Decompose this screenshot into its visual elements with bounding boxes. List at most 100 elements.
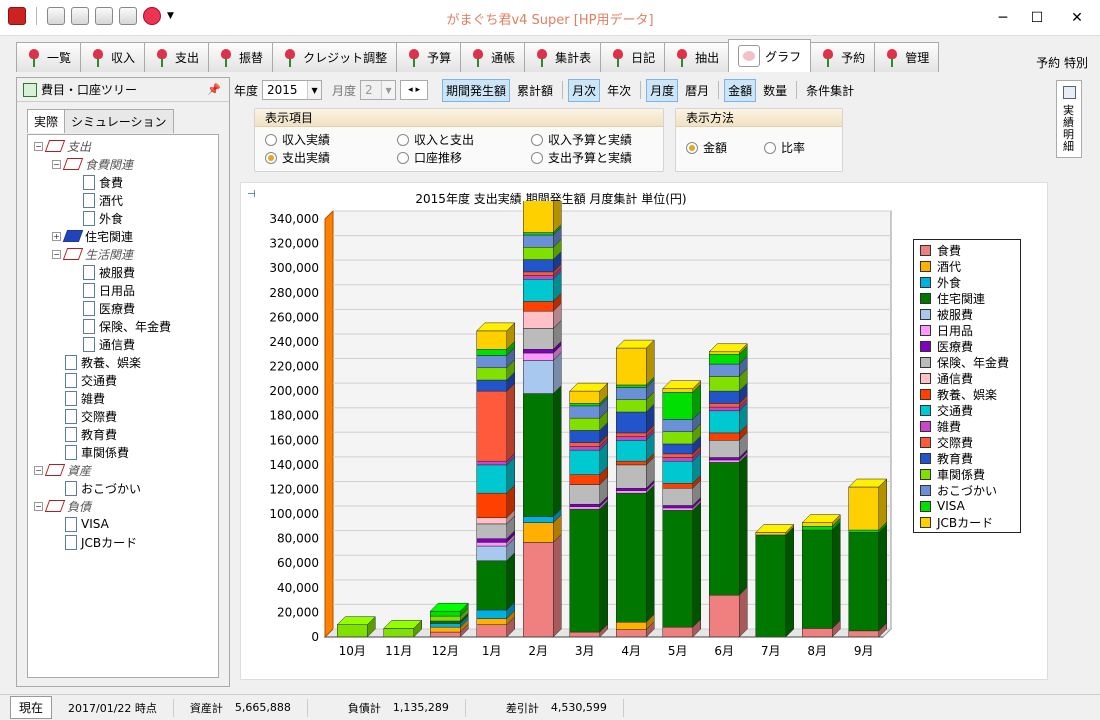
y-tick-label: 200,000 <box>269 384 319 398</box>
prev-next-stepper[interactable]: ◂ ▸ <box>400 80 429 100</box>
year-select[interactable]: 2015 ▼ <box>262 80 323 100</box>
expand-icon[interactable]: + <box>52 231 61 241</box>
radio-dot[interactable] <box>265 133 277 146</box>
detail-side-tab[interactable]: 実績明細 <box>1056 80 1082 158</box>
mode-button-0[interactable]: 期間発生額 <box>442 78 511 102</box>
tree-item[interactable]: おこづかい <box>52 479 141 497</box>
radio-dot[interactable] <box>686 141 698 154</box>
close-button[interactable]: ✕ <box>1054 0 1100 36</box>
tree-item[interactable]: − 食費関連 <box>52 155 133 173</box>
mode-button-6[interactable]: 金額 <box>724 78 757 102</box>
legend-label: 日用品 <box>937 323 974 338</box>
tree-item[interactable]: 被服費 <box>70 263 135 281</box>
tab-9[interactable]: 抽出 <box>664 42 730 72</box>
bar-segment <box>569 503 600 507</box>
chevron-down-icon[interactable]: ▼ <box>381 81 396 99</box>
radio-dot[interactable] <box>265 151 277 164</box>
radio-dot[interactable] <box>764 141 776 154</box>
bar-segment <box>709 363 740 377</box>
maximize-button[interactable]: ☐ <box>1020 0 1054 36</box>
tab-2[interactable]: 支出 <box>144 42 210 72</box>
tree-item[interactable]: 日用品 <box>70 281 135 299</box>
bar-segment <box>523 232 554 236</box>
tab-5[interactable]: 予算 <box>396 42 462 72</box>
chevron-down-icon[interactable]: ▼ <box>307 81 322 99</box>
document-icon <box>65 534 77 550</box>
legend-label: 保険、年金費 <box>937 355 1010 370</box>
tree-item[interactable]: 教養、娯楽 <box>52 353 141 371</box>
radio-option[interactable]: 収入と支出 <box>397 131 474 148</box>
tree-item[interactable]: VISA <box>52 515 109 533</box>
tab-actual[interactable]: 実際 <box>27 109 66 133</box>
tree-item-label: 医療費 <box>99 301 136 316</box>
bar-segment <box>802 526 833 531</box>
tree-item[interactable]: + 住宅関連 <box>52 227 133 245</box>
collapse-icon[interactable]: − <box>34 501 43 511</box>
month-select[interactable]: 2 ▼ <box>360 80 397 100</box>
collapse-icon[interactable]: − <box>34 141 43 151</box>
radio-option[interactable]: 支出予算と実績 <box>531 149 632 166</box>
radio-option[interactable]: 金額 <box>686 139 727 156</box>
tree-item[interactable]: 医療費 <box>70 299 135 317</box>
mode-button-7[interactable]: 数量 <box>759 79 791 102</box>
radio-option[interactable]: 比率 <box>764 139 805 156</box>
tree-item[interactable]: 車関係費 <box>52 443 129 461</box>
now-button[interactable]: 現在 <box>10 696 53 719</box>
tree-item[interactable]: 保険、年金費 <box>70 317 171 335</box>
tab-8[interactable]: 日記 <box>600 42 666 72</box>
collapse-icon[interactable]: − <box>52 159 61 169</box>
radio-option[interactable]: 収入実績 <box>265 131 330 148</box>
collapse-icon[interactable]: − <box>34 465 43 475</box>
radio-option[interactable]: 収入予算と実績 <box>531 131 632 148</box>
assets-label: 資産計 <box>189 701 223 715</box>
radio-option[interactable]: 支出実績 <box>265 149 330 166</box>
tree-item[interactable]: − 生活関連 <box>52 245 133 263</box>
tab-12[interactable]: 管理 <box>874 42 940 72</box>
tree-item[interactable]: 雑費 <box>52 389 105 407</box>
mode-button-2[interactable]: 月次 <box>568 78 601 102</box>
reserve-special-label[interactable]: 予約 特別 <box>1036 54 1088 71</box>
pin-icon[interactable]: 📌 <box>207 83 221 96</box>
y-tick-label: 300,000 <box>269 261 319 275</box>
tree-item[interactable]: 外食 <box>70 209 123 227</box>
radio-dot[interactable] <box>397 133 409 146</box>
tab-4[interactable]: クレジット調整 <box>272 42 398 72</box>
tree-item[interactable]: − 資産 <box>34 461 91 479</box>
mode-button-8[interactable]: 条件集計 <box>802 79 858 102</box>
tab-1[interactable]: 収入 <box>80 42 146 72</box>
collapse-icon[interactable]: − <box>52 249 61 259</box>
radio-dot[interactable] <box>397 151 409 164</box>
tree-item[interactable]: − 支出 <box>34 137 91 155</box>
bar-segment <box>662 419 693 432</box>
mode-button-1[interactable]: 累計額 <box>513 79 557 102</box>
tree-item[interactable]: 酒代 <box>70 191 123 209</box>
tab-simulation[interactable]: シミュレーション <box>64 109 174 133</box>
bar-segment <box>709 351 740 355</box>
tree-item[interactable]: 教育費 <box>52 425 117 443</box>
tab-0[interactable]: 一覧 <box>16 42 82 72</box>
tree-item[interactable]: − 負債 <box>34 497 91 515</box>
tree-item[interactable]: 交際費 <box>52 407 117 425</box>
y-tick-label: 180,000 <box>269 409 319 423</box>
radio-dot[interactable] <box>531 151 543 164</box>
y-tick-label: 240,000 <box>269 335 319 349</box>
tab-7[interactable]: 集計表 <box>524 42 602 72</box>
mode-button-3[interactable]: 年次 <box>603 79 635 102</box>
tree-item-label: JCBカード <box>81 535 138 550</box>
legend-item: 交際費 <box>920 434 973 450</box>
tab-3[interactable]: 振替 <box>208 42 274 72</box>
bar-segment <box>616 490 647 494</box>
tab-11[interactable]: 予約 <box>810 42 876 72</box>
tree-item[interactable]: JCBカード <box>52 533 137 551</box>
tree-item[interactable]: 食費 <box>70 173 123 191</box>
radio-dot[interactable] <box>531 133 543 146</box>
bar-segment <box>523 301 554 312</box>
tab-10[interactable]: グラフ <box>728 39 812 72</box>
mode-button-5[interactable]: 暦月 <box>681 79 713 102</box>
mode-button-4[interactable]: 月度 <box>646 78 679 102</box>
tab-6[interactable]: 通帳 <box>460 42 526 72</box>
tree-item[interactable]: 通信費 <box>70 335 135 353</box>
radio-option[interactable]: 口座推移 <box>397 149 462 166</box>
minimize-button[interactable]: ─ <box>986 0 1020 36</box>
tree-item[interactable]: 交通費 <box>52 371 117 389</box>
